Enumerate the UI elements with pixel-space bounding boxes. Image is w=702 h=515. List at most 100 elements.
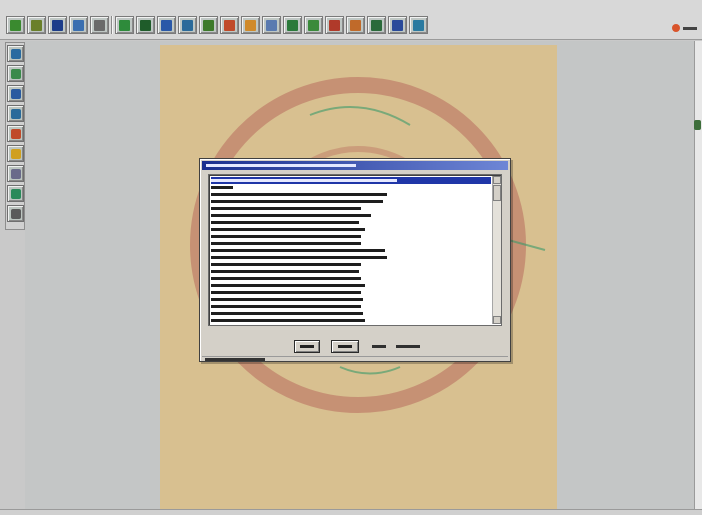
toolbar-button-bar-chart[interactable] — [346, 16, 365, 34]
edge-marker-icon — [694, 120, 701, 130]
list-item-text-illegible — [211, 305, 361, 308]
list-item[interactable] — [211, 254, 387, 261]
list-item-text-illegible — [211, 319, 365, 322]
list-item[interactable] — [211, 240, 361, 247]
left-tool-button-globe[interactable] — [7, 45, 24, 62]
scroll-up-icon[interactable] — [493, 176, 501, 184]
list-item[interactable] — [211, 275, 361, 282]
list-item[interactable] — [211, 296, 363, 303]
scroll-down-icon[interactable] — [493, 316, 501, 324]
list-item[interactable] — [211, 289, 361, 296]
list-item-text-illegible — [211, 235, 361, 238]
toolbar-button-pencil[interactable] — [241, 16, 260, 34]
toolbar-button-stats[interactable] — [69, 16, 88, 34]
ruler-icon — [161, 19, 172, 31]
seal-text-arc-top — [309, 106, 411, 126]
list-item[interactable] — [211, 233, 361, 240]
ok-button[interactable] — [294, 340, 320, 353]
toolbar-button-wave[interactable] — [178, 16, 197, 34]
marker-icon — [10, 188, 21, 199]
toolbar-button-tree[interactable] — [283, 16, 302, 34]
left-tool-button-picture[interactable] — [7, 65, 24, 82]
window-corner-control[interactable] — [672, 22, 702, 34]
globe-icon — [10, 48, 21, 59]
arrow-icon — [308, 19, 319, 31]
list-item-text-illegible — [211, 179, 397, 182]
list-item-text-illegible — [211, 291, 361, 294]
list-item-text-illegible — [211, 312, 363, 315]
toolbar-button-compass[interactable] — [262, 16, 281, 34]
corner-label-mark — [683, 26, 697, 30]
list-item[interactable] — [211, 303, 361, 310]
toolbar-button-grid[interactable] — [136, 16, 155, 34]
list-item[interactable] — [211, 198, 383, 205]
list-item[interactable] — [211, 226, 365, 233]
list-item[interactable] — [211, 212, 371, 219]
list-item[interactable] — [211, 205, 361, 212]
zoom-icon — [10, 128, 21, 139]
help-button[interactable] — [331, 340, 359, 353]
ok-button-label-illegible — [300, 345, 314, 348]
left-tool-button-zoom[interactable] — [7, 125, 24, 142]
toolbar-separator — [111, 16, 113, 34]
toolbar-button-help[interactable] — [409, 16, 428, 34]
list-item[interactable] — [211, 282, 365, 289]
left-tool-button-spray[interactable] — [7, 165, 24, 182]
help-icon — [413, 19, 424, 31]
list-item-text-illegible — [211, 214, 371, 217]
list-item[interactable] — [211, 268, 359, 275]
book-icon — [371, 19, 382, 31]
list-item[interactable] — [211, 261, 361, 268]
list-item[interactable] — [211, 191, 387, 198]
main-toolbar — [0, 0, 702, 40]
left-tool-button-sun[interactable] — [7, 145, 24, 162]
window-icon — [392, 19, 403, 31]
list-item[interactable] — [211, 219, 359, 226]
list-item-text-illegible — [211, 193, 387, 196]
left-tool-palette — [5, 42, 25, 230]
toolbar-button-arrow[interactable] — [304, 16, 323, 34]
left-tool-button-marker[interactable] — [7, 185, 24, 202]
pencil-icon — [245, 19, 256, 31]
list-item[interactable] — [211, 184, 233, 191]
bar-chart-icon — [350, 19, 361, 31]
list-item-selected[interactable] — [211, 177, 491, 184]
toolbar-button-ruler[interactable] — [157, 16, 176, 34]
list-item-text-illegible — [211, 284, 365, 287]
count-value-illegible — [396, 345, 420, 348]
toolbar-button-save[interactable] — [48, 16, 67, 34]
left-tool-button-pointer[interactable] — [7, 105, 24, 122]
help-button-label-illegible — [337, 345, 353, 348]
picture-icon — [10, 68, 21, 79]
list-item[interactable] — [211, 317, 365, 324]
toolbar-button-leaf[interactable] — [6, 16, 25, 34]
toolbar-button-map[interactable] — [199, 16, 218, 34]
list-item[interactable] — [211, 247, 385, 254]
toolbar-button-table[interactable] — [90, 16, 109, 34]
left-tool-button-pen[interactable] — [7, 85, 24, 102]
compass-icon — [266, 19, 277, 31]
left-tool-button-print[interactable] — [7, 205, 24, 222]
layers-icon — [224, 19, 235, 31]
toolbar-button-exclamation[interactable] — [115, 16, 134, 34]
grid-icon — [140, 19, 151, 31]
print-icon — [10, 208, 21, 219]
list-item[interactable] — [211, 310, 363, 317]
toolbar-button-book[interactable] — [367, 16, 386, 34]
right-scroll-strip[interactable] — [694, 41, 702, 509]
listbox-scrollbar[interactable] — [492, 176, 501, 324]
spray-icon — [10, 168, 21, 179]
list-item-text-illegible — [211, 256, 387, 259]
list-item-text-illegible — [211, 207, 361, 210]
toolbar-button-chart[interactable] — [27, 16, 46, 34]
dialog-title-bar[interactable] — [202, 161, 508, 170]
toolbar-button-bar-chart[interactable] — [325, 16, 344, 34]
toolbar-button-window[interactable] — [388, 16, 407, 34]
scroll-thumb[interactable] — [493, 185, 501, 201]
save-icon — [52, 19, 63, 31]
table-icon — [94, 19, 105, 31]
results-listbox[interactable] — [208, 174, 502, 326]
count-label-illegible — [372, 345, 386, 348]
toolbar-button-layers[interactable] — [220, 16, 239, 34]
dialog-status-text-illegible — [205, 358, 265, 361]
